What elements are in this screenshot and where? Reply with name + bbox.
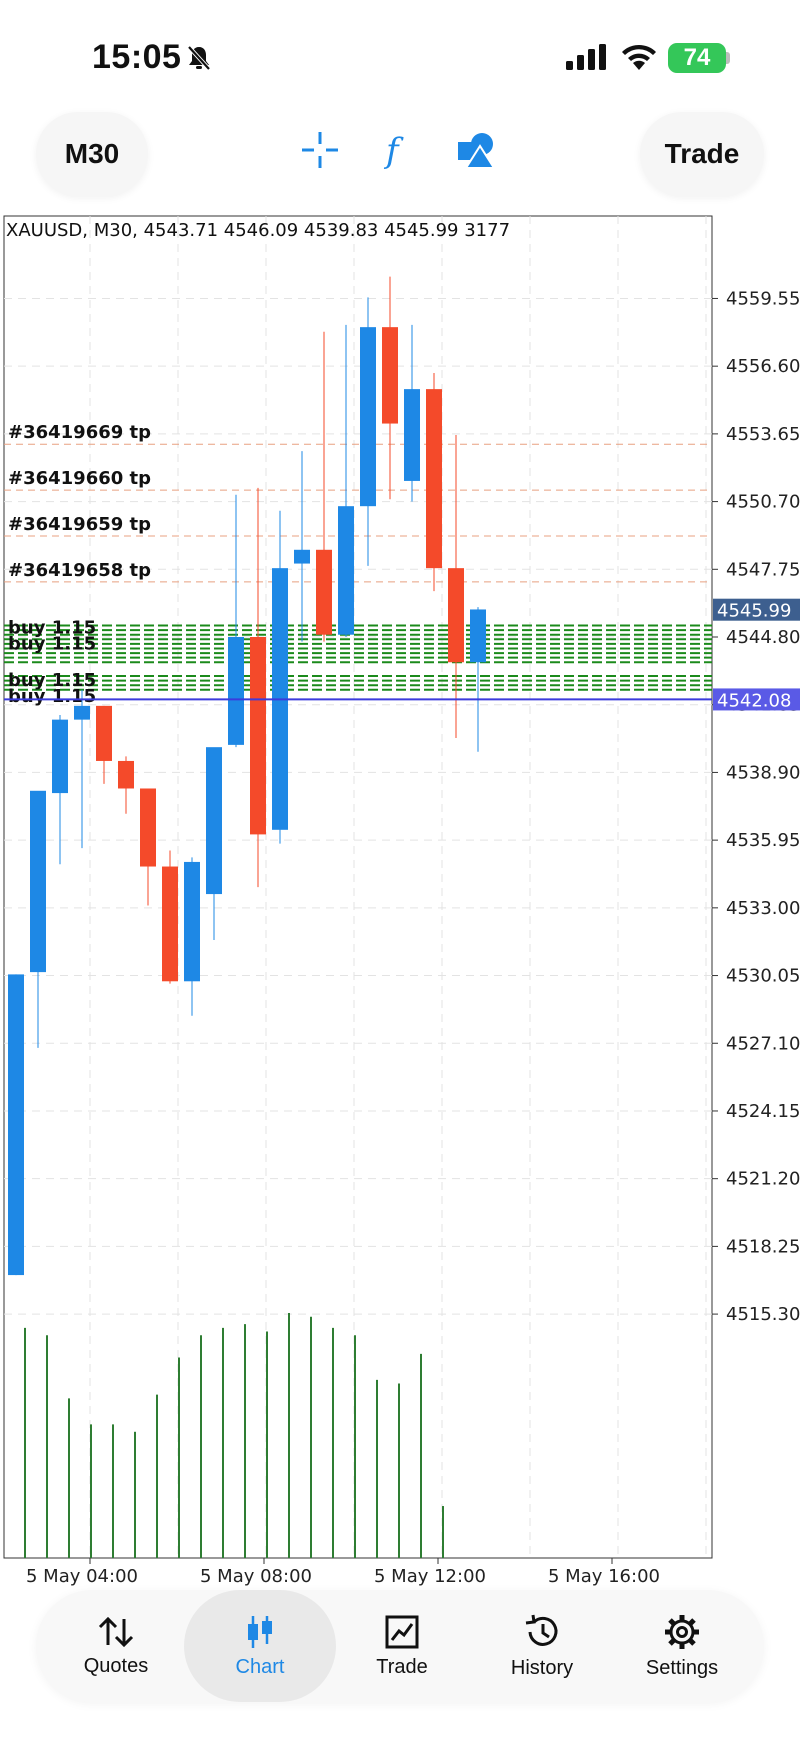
x-tick-label: 5 May 16:00 <box>548 1566 660 1587</box>
candle-bear <box>96 705 112 761</box>
candle-bear <box>118 760 134 789</box>
tp-level-label: #36419660 tp <box>8 468 151 489</box>
battery-level: 74 <box>683 44 711 71</box>
candle-bear <box>250 637 266 835</box>
chart-title: XAUUSD, M30, 4543.71 4546.09 4539.83 454… <box>6 220 511 241</box>
silent-bell-icon <box>187 45 211 71</box>
nav-trade-label: Trade <box>376 1655 428 1678</box>
y-tick-label: 4544.80 <box>726 627 800 648</box>
x-tick-label: 5 May 08:00 <box>200 1566 312 1587</box>
y-tick-label: 4535.95 <box>726 830 800 851</box>
trade-chart-icon <box>385 1615 419 1648</box>
y-tick-label: 4538.90 <box>726 762 800 783</box>
tp-level-label: #36419659 tp <box>8 514 151 535</box>
nav-settings-label: Settings <box>645 1656 719 1679</box>
crosshair-icon[interactable] <box>300 130 340 170</box>
nav-quotes[interactable]: Quotes <box>56 1590 176 1702</box>
timeframe-button[interactable]: M30 <box>36 112 148 196</box>
svg-text:f: f <box>383 131 404 170</box>
y-tick-label: 4533.00 <box>726 898 800 919</box>
candle-bull <box>74 705 90 720</box>
cellular-signal-icon <box>566 44 606 70</box>
history-clock-icon <box>525 1614 558 1646</box>
y-tick-label: 4556.60 <box>726 356 800 377</box>
candle-bear <box>382 327 398 424</box>
candle-bear <box>426 389 442 569</box>
quotes-arrows-icon <box>98 1616 134 1647</box>
battery-indicator: 74 <box>668 43 726 73</box>
candle-bear <box>316 549 332 635</box>
nav-chart-label: Chart <box>235 1655 285 1678</box>
y-tick-label: 4530.05 <box>726 966 800 987</box>
gear-icon <box>665 1614 699 1649</box>
bid-price-label: 4545.99 <box>717 601 791 622</box>
y-tick-label: 4524.15 <box>726 1101 800 1122</box>
candle-bull <box>294 549 310 564</box>
y-tick-label: 4527.10 <box>726 1033 800 1054</box>
status-time: 15:05 <box>92 38 182 76</box>
nav-history-label: History <box>510 1656 574 1679</box>
nav-trade[interactable]: Trade <box>338 1590 466 1702</box>
y-tick-label: 4518.25 <box>726 1236 800 1257</box>
x-tick-label: 5 May 04:00 <box>26 1566 138 1587</box>
status-bar: 15:05 74 <box>0 0 800 110</box>
tp-level-label: #36419658 tp <box>8 560 151 581</box>
candle-bear <box>448 568 464 663</box>
candle-bull <box>184 861 200 982</box>
level-price-label: 4542.08 <box>717 690 791 711</box>
y-tick-label: 4553.65 <box>726 424 800 445</box>
plot-frame <box>3 215 713 1559</box>
nav-history[interactable]: History <box>474 1590 610 1702</box>
candle-bull <box>404 389 420 481</box>
y-tick-label: 4559.55 <box>726 288 800 309</box>
y-tick-label: 4521.20 <box>726 1169 800 1190</box>
chart-canvas[interactable]: 4559.55 4556.60 4553.65 4550.70 4547.75 4544.… <box>0 212 800 1592</box>
nav-settings[interactable]: Settings <box>614 1590 750 1702</box>
candle-bull <box>228 637 244 745</box>
function-icon[interactable]: f <box>380 130 416 170</box>
y-tick-label: 4547.75 <box>726 559 800 580</box>
wifi-icon <box>622 44 656 70</box>
x-tick-label: 5 May 12:00 <box>374 1566 486 1587</box>
candle-bull <box>206 747 222 895</box>
tp-level-label: #36419669 tp <box>8 422 151 443</box>
candle-bull <box>30 790 46 973</box>
bottom-nav: Quotes Chart Trade History Settings <box>36 1590 764 1702</box>
y-tick-label: 4515.30 <box>726 1304 800 1325</box>
y-tick-label: 4550.70 <box>726 492 800 513</box>
candlestick-icon <box>248 1615 272 1648</box>
candle-bull <box>470 609 486 663</box>
trade-button[interactable]: Trade <box>640 112 764 196</box>
candle-bull <box>52 719 68 794</box>
candle-bull <box>8 974 24 1276</box>
battery-cap <box>726 52 730 64</box>
candle-bull <box>338 506 354 635</box>
buy-order-label: buy 1.15 <box>8 633 96 654</box>
objects-icon[interactable] <box>456 130 498 170</box>
nav-quotes-label: Quotes <box>83 1654 149 1677</box>
buy-order-label: buy 1.15 <box>8 686 96 707</box>
price-chart[interactable]: 4559.55 4556.60 4553.65 4550.70 4547.75 4544.… <box>0 212 800 1592</box>
candle-bear <box>162 866 178 982</box>
nav-chart[interactable]: Chart <box>184 1590 336 1702</box>
candle-bear <box>140 788 156 867</box>
candle-bull <box>360 327 376 507</box>
